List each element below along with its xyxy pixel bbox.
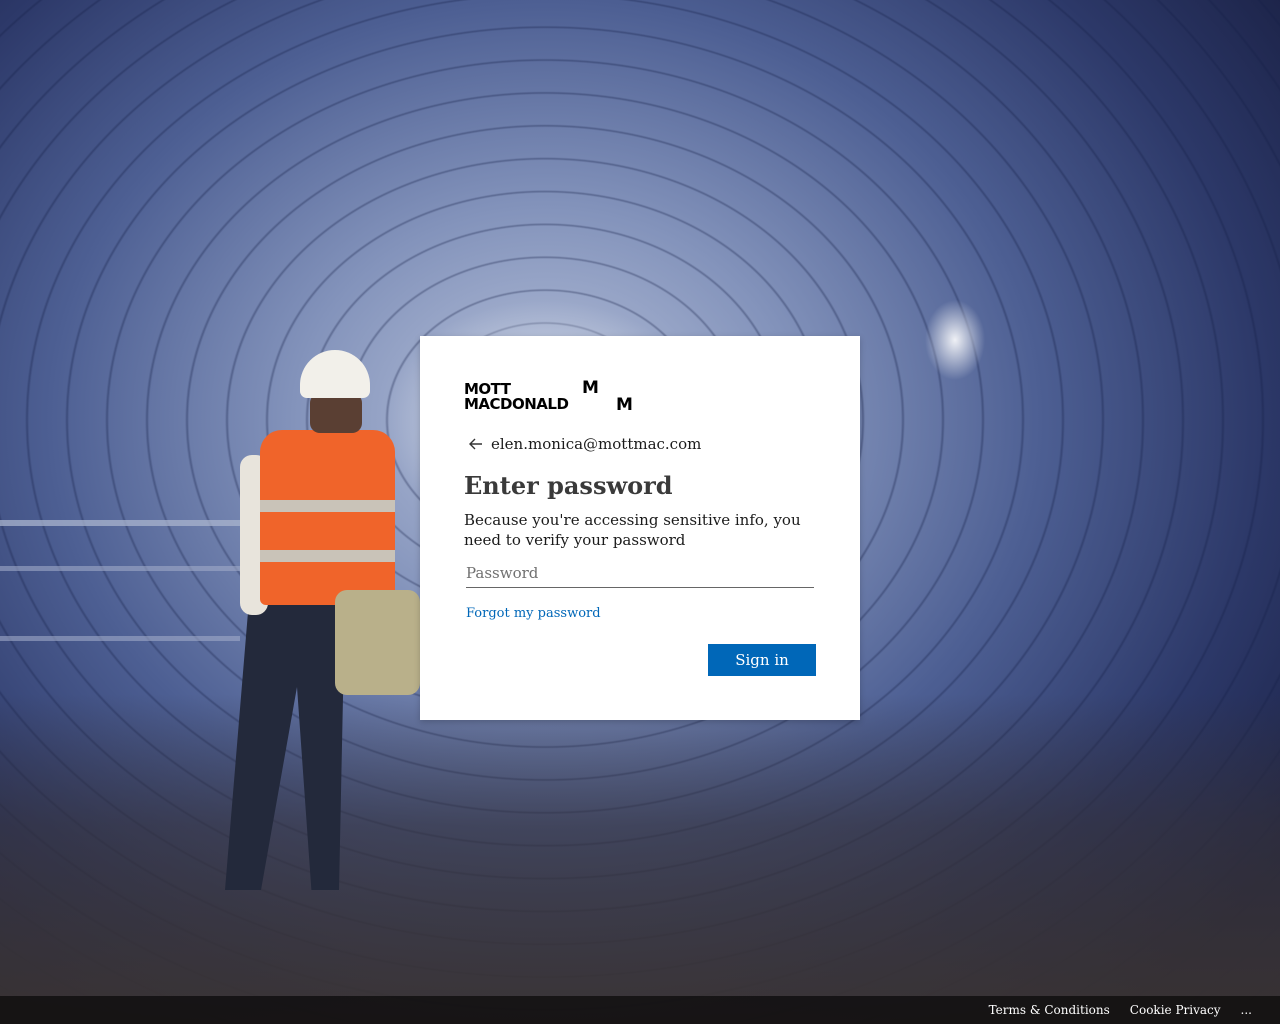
footer: Terms & Conditions Cookie Privacy ... bbox=[0, 996, 1280, 1024]
button-row: Sign in bbox=[708, 644, 816, 676]
background-photo-railing bbox=[0, 520, 240, 726]
logo-mark-m-top: M bbox=[582, 378, 599, 398]
logo-wordmark: MOTT MACDONALD bbox=[464, 380, 569, 413]
password-input[interactable] bbox=[466, 558, 814, 588]
page-description: Because you're accessing sensitive info,… bbox=[464, 511, 801, 549]
sign-in-dialog: MOTT MACDONALD M M elen.monica@mottmac.co… bbox=[420, 336, 860, 720]
forgot-password-link[interactable]: Forgot my password bbox=[466, 606, 601, 621]
sign-in-button[interactable]: Sign in bbox=[708, 644, 816, 676]
back-button[interactable] bbox=[465, 433, 487, 455]
more-options-link[interactable]: ... bbox=[1241, 1003, 1252, 1017]
identity-banner: elen.monica@mottmac.com bbox=[464, 432, 816, 456]
cookie-privacy-link[interactable]: Cookie Privacy bbox=[1130, 1003, 1221, 1017]
mott-macdonald-logo: MOTT MACDONALD M M bbox=[464, 380, 654, 420]
identity-email: elen.monica@mottmac.com bbox=[491, 435, 702, 453]
page-title: Enter password bbox=[464, 471, 673, 500]
background-photo-worker bbox=[215, 345, 425, 905]
sign-in-page: MOTT MACDONALD M M elen.monica@mottmac.co… bbox=[0, 0, 1280, 1024]
logo-mark-m-bottom: M bbox=[616, 395, 633, 415]
terms-link[interactable]: Terms & Conditions bbox=[989, 1003, 1110, 1017]
background-photo-floor bbox=[0, 694, 1280, 1024]
arrow-left-icon bbox=[469, 438, 482, 450]
